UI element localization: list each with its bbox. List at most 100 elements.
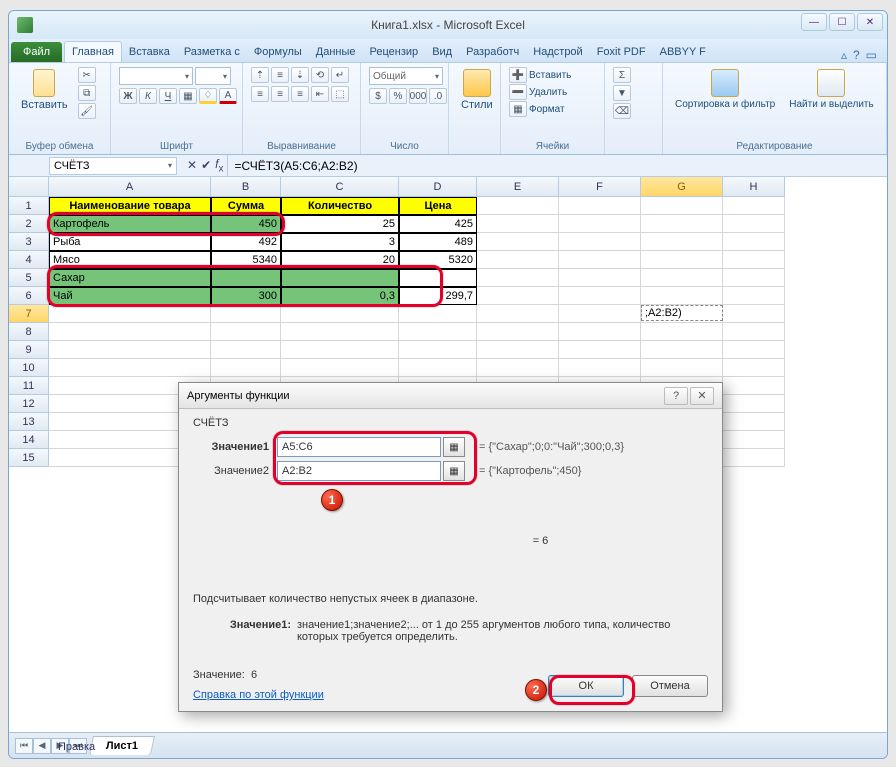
font-size-combo[interactable]: ▾ (195, 67, 231, 85)
ribbon-options-icon[interactable]: ▭ (866, 48, 877, 62)
cell[interactable] (211, 341, 281, 359)
inc-decimal-icon[interactable]: .0 (429, 88, 447, 104)
percent-icon[interactable]: % (389, 88, 407, 104)
row-header[interactable]: 5 (9, 269, 49, 287)
cell[interactable] (281, 341, 399, 359)
cell[interactable] (49, 305, 211, 323)
ribbon-minimize-icon[interactable]: ▵ (841, 48, 847, 62)
collapse-dialog-icon[interactable]: ▦ (443, 437, 465, 457)
row-header[interactable]: 9 (9, 341, 49, 359)
paste-button[interactable]: Вставить (17, 67, 72, 113)
cell[interactable] (477, 305, 559, 323)
row-header[interactable]: 10 (9, 359, 49, 377)
cell[interactable]: 300 (211, 287, 281, 305)
cell[interactable]: 450 (211, 215, 281, 233)
sort-filter-button[interactable]: Сортировка и фильтр (671, 67, 779, 112)
arg2-input[interactable]: A2:B2 (277, 461, 441, 481)
cell[interactable]: Рыба (49, 233, 211, 251)
cell[interactable] (49, 359, 211, 377)
cell[interactable] (399, 269, 477, 287)
cell[interactable] (399, 323, 477, 341)
col-header[interactable]: A (49, 177, 211, 197)
cell[interactable] (281, 359, 399, 377)
fill-icon[interactable]: ▼ (613, 85, 631, 101)
formula-input[interactable]: =СЧЁТЗ(A5:C6;A2:B2) (227, 155, 887, 176)
col-header[interactable]: H (723, 177, 785, 197)
cell[interactable] (559, 323, 641, 341)
dialog-close-button[interactable]: ✕ (690, 387, 714, 405)
cell[interactable] (723, 197, 785, 215)
font-color-icon[interactable]: A (219, 88, 237, 104)
find-select-button[interactable]: Найти и выделить (785, 67, 877, 112)
arg1-input[interactable]: A5:C6 (277, 437, 441, 457)
cell[interactable] (723, 449, 785, 467)
dialog-help-button[interactable]: ? (664, 387, 688, 405)
col-header[interactable]: C (281, 177, 399, 197)
cell[interactable]: 299,7 (399, 287, 477, 305)
format-painter-icon[interactable]: 🖌 (78, 103, 96, 119)
cell[interactable]: Цена (399, 197, 477, 215)
ok-button[interactable]: ОК (548, 675, 624, 697)
cell[interactable] (211, 305, 281, 323)
cell[interactable] (559, 341, 641, 359)
cell[interactable]: Сумма (211, 197, 281, 215)
align-left-icon[interactable]: ≡ (251, 86, 269, 102)
cell[interactable]: 25 (281, 215, 399, 233)
row-header[interactable]: 2 (9, 215, 49, 233)
delete-cells-icon[interactable]: ➖ (509, 84, 527, 100)
cell[interactable]: 5320 (399, 251, 477, 269)
align-middle-icon[interactable]: ≡ (271, 67, 289, 83)
cell[interactable]: Количество (281, 197, 399, 215)
cell[interactable]: Наименование товара (49, 197, 211, 215)
cell[interactable] (641, 359, 723, 377)
format-cells-icon[interactable]: ▦ (509, 101, 527, 117)
col-header[interactable]: B (211, 177, 281, 197)
col-header[interactable]: F (559, 177, 641, 197)
cell[interactable]: 3 (281, 233, 399, 251)
col-header[interactable]: G (641, 177, 723, 197)
cell[interactable] (723, 377, 785, 395)
cell[interactable]: Картофель (49, 215, 211, 233)
align-center-icon[interactable]: ≡ (271, 86, 289, 102)
cell[interactable]: Мясо (49, 251, 211, 269)
name-box[interactable]: СЧЁТЗ▾ (49, 157, 177, 175)
sheet-nav-first-icon[interactable]: ⏮ (15, 738, 33, 754)
underline-icon[interactable]: Ч (159, 88, 177, 104)
font-name-combo[interactable]: ▾ (119, 67, 193, 85)
maximize-button[interactable]: ☐ (829, 13, 855, 31)
indent-dec-icon[interactable]: ⇤ (311, 86, 329, 102)
file-tab[interactable]: Файл (11, 42, 62, 62)
select-all-corner[interactable] (9, 177, 49, 197)
cancel-button[interactable]: Отмена (632, 675, 708, 697)
cell[interactable] (477, 359, 559, 377)
cell[interactable]: 0,3 (281, 287, 399, 305)
tab-developer[interactable]: Разработч (459, 42, 526, 62)
row-header[interactable]: 7 (9, 305, 49, 323)
function-help-link[interactable]: Справка по этой функции (193, 689, 324, 701)
cell[interactable] (477, 197, 559, 215)
cell[interactable]: 489 (399, 233, 477, 251)
cell[interactable] (49, 341, 211, 359)
col-header[interactable]: E (477, 177, 559, 197)
collapse-dialog-icon[interactable]: ▦ (443, 461, 465, 481)
clear-icon[interactable]: ⌫ (613, 103, 631, 119)
tab-foxit[interactable]: Foxit PDF (590, 42, 653, 62)
cell[interactable] (211, 359, 281, 377)
merge-icon[interactable]: ⬚ (331, 86, 349, 102)
tab-insert[interactable]: Вставка (122, 42, 177, 62)
cell[interactable] (477, 323, 559, 341)
cell[interactable] (641, 341, 723, 359)
styles-button[interactable]: Стили (457, 67, 497, 113)
cell[interactable] (723, 305, 785, 323)
cell[interactable] (49, 323, 211, 341)
cell[interactable]: 425 (399, 215, 477, 233)
border-icon[interactable]: ▦ (179, 88, 197, 104)
cell[interactable] (723, 413, 785, 431)
italic-icon[interactable]: К (139, 88, 157, 104)
row-header[interactable]: 14 (9, 431, 49, 449)
comma-icon[interactable]: 000 (409, 88, 427, 104)
cell[interactable] (641, 197, 723, 215)
cell[interactable] (641, 323, 723, 341)
cell[interactable] (477, 341, 559, 359)
orientation-icon[interactable]: ⟲ (311, 67, 329, 83)
